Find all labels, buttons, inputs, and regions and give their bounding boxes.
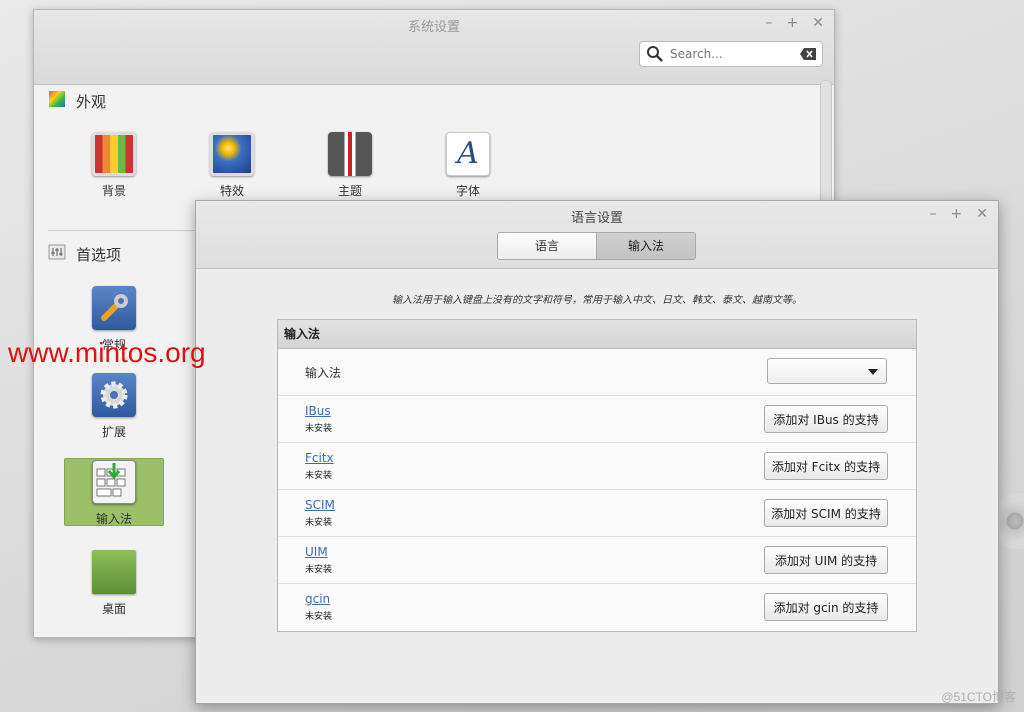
fonts-item[interactable]: A 字体 bbox=[418, 132, 518, 199]
dropdown-arrow-icon bbox=[868, 369, 878, 375]
input-method-selector-label: 输入法 bbox=[305, 366, 342, 380]
themes-item[interactable]: 主题 bbox=[300, 132, 400, 199]
ibus-link[interactable]: IBus bbox=[305, 404, 331, 418]
close-button[interactable]: ✕ bbox=[812, 15, 824, 31]
gcin-status: 未安装 bbox=[305, 612, 333, 622]
input-method-description: 输入法用于输入键盘上没有的文字和符号，常用于输入中文、日文、韩文、泰文、越南文等… bbox=[392, 295, 802, 306]
tab-language[interactable]: 语言 bbox=[498, 233, 596, 259]
scrollbar[interactable] bbox=[820, 80, 832, 212]
system-settings-titlebar: 系统设置 – + ✕ bbox=[34, 10, 834, 85]
search-icon bbox=[646, 45, 664, 63]
desktop-icon bbox=[92, 550, 136, 594]
preferences-section-heading: 首选项 bbox=[48, 243, 121, 265]
search-box[interactable] bbox=[639, 41, 823, 67]
section-divider bbox=[48, 230, 198, 231]
minimize-button[interactable]: – bbox=[766, 15, 773, 31]
add-uim-button[interactable]: 添加对 UIM 的支持 bbox=[764, 546, 888, 574]
maximize-button[interactable]: + bbox=[951, 206, 963, 222]
window-controls: – + ✕ bbox=[766, 10, 824, 36]
input-method-dropdown[interactable] bbox=[767, 358, 887, 384]
themes-label: 主题 bbox=[337, 184, 362, 198]
effects-icon bbox=[210, 132, 254, 176]
watermark-blog: @51CTO博客 bbox=[941, 690, 1016, 704]
add-gcin-button[interactable]: 添加对 gcin 的支持 bbox=[764, 593, 888, 621]
add-ibus-button[interactable]: 添加对 IBus 的支持 bbox=[764, 405, 888, 433]
system-settings-title: 系统设置 bbox=[407, 20, 460, 35]
appearance-icon bbox=[48, 90, 66, 112]
list-item-uim: UIM 未安装 添加对 UIM 的支持 bbox=[278, 537, 916, 584]
maximize-button[interactable]: + bbox=[787, 15, 799, 31]
gcin-link[interactable]: gcin bbox=[305, 592, 330, 606]
fonts-label: 字体 bbox=[455, 184, 480, 198]
input-method-selector-row: 输入法 bbox=[278, 349, 916, 396]
extensions-item[interactable]: 扩展 bbox=[64, 373, 164, 440]
list-item-gcin: gcin 未安装 添加对 gcin 的支持 bbox=[278, 584, 916, 630]
backgrounds-label: 背景 bbox=[101, 184, 126, 198]
extensions-label: 扩展 bbox=[101, 425, 126, 439]
scim-status: 未安装 bbox=[305, 518, 333, 528]
add-fcitx-button[interactable]: 添加对 Fcitx 的支持 bbox=[764, 452, 888, 480]
input-method-label: 输入法 bbox=[95, 512, 132, 526]
search-input[interactable] bbox=[668, 46, 800, 62]
ibus-status: 未安装 bbox=[305, 424, 333, 434]
preferences-icon bbox=[48, 243, 66, 265]
uim-status: 未安装 bbox=[305, 565, 333, 575]
desktop-item[interactable]: 桌面 bbox=[64, 550, 164, 617]
tab-input-method[interactable]: 输入法 bbox=[596, 233, 695, 259]
minimize-button[interactable]: – bbox=[930, 206, 937, 222]
effects-item[interactable]: 特效 bbox=[182, 132, 282, 199]
list-item-scim: SCIM 未安装 添加对 SCIM 的支持 bbox=[278, 490, 916, 537]
window-controls: – + ✕ bbox=[930, 201, 988, 227]
input-method-item[interactable]: 输入法 bbox=[64, 460, 164, 527]
appearance-section-heading: 外观 bbox=[48, 90, 106, 112]
backgrounds-item[interactable]: 背景 bbox=[64, 132, 164, 199]
language-settings-titlebar: 语言设置 – + ✕ 语言 输入法 bbox=[196, 201, 998, 269]
effects-label: 特效 bbox=[219, 184, 244, 198]
language-settings-title: 语言设置 bbox=[570, 211, 623, 226]
appearance-heading: 外观 bbox=[76, 92, 107, 111]
panel-heading: 输入法 bbox=[278, 320, 916, 349]
preferences-heading: 首选项 bbox=[76, 245, 122, 264]
list-item-ibus: IBus 未安装 添加对 IBus 的支持 bbox=[278, 396, 916, 443]
fcitx-status: 未安装 bbox=[305, 471, 333, 481]
background-decoration bbox=[995, 493, 1024, 549]
clear-icon[interactable] bbox=[800, 48, 816, 60]
fcitx-link[interactable]: Fcitx bbox=[305, 451, 334, 465]
input-method-icon bbox=[92, 460, 136, 504]
fonts-icon: A bbox=[446, 132, 490, 176]
general-icon bbox=[92, 286, 136, 330]
desktop-label: 桌面 bbox=[101, 602, 126, 616]
scim-link[interactable]: SCIM bbox=[305, 498, 335, 512]
list-item-fcitx: Fcitx 未安装 添加对 Fcitx 的支持 bbox=[278, 443, 916, 490]
input-method-panel: 输入法 输入法 IBus 未安装 添加对 IBus 的支持 Fcitx 未安装 … bbox=[277, 319, 917, 632]
extensions-icon bbox=[92, 373, 136, 417]
tab-bar: 语言 输入法 bbox=[497, 232, 696, 260]
language-settings-window: 语言设置 – + ✕ 语言 输入法 输入法用于输入键盘上没有的文字和符号，常用于… bbox=[195, 200, 999, 704]
backgrounds-icon bbox=[92, 132, 136, 176]
uim-link[interactable]: UIM bbox=[305, 545, 328, 559]
themes-icon bbox=[328, 132, 372, 176]
watermark-url: www.mintos.org bbox=[8, 337, 206, 368]
close-button[interactable]: ✕ bbox=[976, 206, 988, 222]
add-scim-button[interactable]: 添加对 SCIM 的支持 bbox=[764, 499, 888, 527]
